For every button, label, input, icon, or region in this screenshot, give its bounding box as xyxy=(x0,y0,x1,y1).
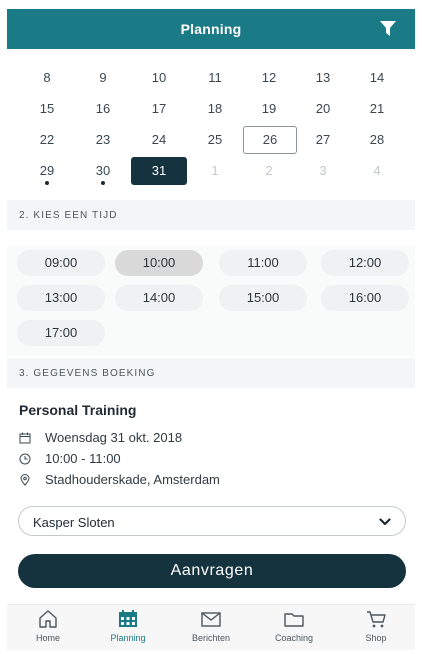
filter-icon[interactable] xyxy=(379,20,397,38)
calendar-day[interactable]: 20 xyxy=(299,95,347,123)
calendar-week: 15 16 17 18 19 20 21 xyxy=(7,95,415,123)
booking-time-row: 10:00 - 11:00 xyxy=(19,451,121,466)
calendar-day[interactable]: 3 xyxy=(127,49,175,57)
tab-label: Planning xyxy=(110,633,146,643)
calendar-day[interactable]: 28 xyxy=(353,126,401,154)
calendar-day[interactable]: 4 xyxy=(353,157,401,185)
time-slot[interactable]: 14:00 xyxy=(115,285,203,311)
tab-planning[interactable]: Planning xyxy=(93,609,163,643)
page-title: Planning xyxy=(180,21,242,37)
calendar-day-today[interactable]: 26 xyxy=(243,126,297,154)
booking-date-row: Woensdag 31 okt. 2018 xyxy=(19,430,182,445)
app-header: Planning xyxy=(7,9,415,49)
calendar-day[interactable]: 9 xyxy=(79,64,127,92)
event-dot xyxy=(101,181,105,185)
booking-date: Woensdag 31 okt. 2018 xyxy=(45,430,183,445)
calendar-day[interactable]: 2 xyxy=(245,157,293,185)
calendar-icon xyxy=(19,432,31,443)
calendar-day[interactable]: 17 xyxy=(135,95,183,123)
time-slot[interactable]: 15:00 xyxy=(219,285,307,311)
calendar-day[interactable]: 4 xyxy=(183,49,231,57)
calendar-day[interactable]: 24 xyxy=(135,126,183,154)
calendar-icon xyxy=(119,610,137,627)
booking-location: Stadhouderskade, Amsterdam xyxy=(45,472,220,487)
calendar-day[interactable]: 2 xyxy=(71,49,119,57)
home-icon xyxy=(39,610,57,628)
calendar-day[interactable]: 5 xyxy=(239,49,287,57)
mail-icon xyxy=(201,612,221,627)
calendar-week: 22 23 24 25 26 27 28 xyxy=(7,126,415,154)
time-slot[interactable]: 11:00 xyxy=(219,250,307,276)
booking-time: 10:00 - 11:00 xyxy=(45,451,121,466)
calendar-day[interactable]: 1 xyxy=(191,157,239,185)
time-slot[interactable]: 17:00 xyxy=(17,320,105,346)
section-header-booking: 3. GEGEVENS BOEKING xyxy=(7,358,415,388)
time-slot[interactable]: 16:00 xyxy=(321,285,409,311)
tab-home[interactable]: Home xyxy=(13,609,83,643)
calendar-day[interactable]: 15 xyxy=(23,95,71,123)
calendar-day[interactable]: 11 xyxy=(191,64,239,92)
calendar-day[interactable]: 1 xyxy=(15,49,63,57)
time-slot[interactable]: 13:00 xyxy=(17,285,105,311)
location-pin-icon xyxy=(20,473,30,486)
folder-icon xyxy=(284,613,304,627)
tab-label: Coaching xyxy=(274,633,314,643)
section-label: 3. GEGEVENS BOEKING xyxy=(19,368,156,379)
tab-label: Home xyxy=(35,633,60,643)
booking-location-row: Stadhouderskade, Amsterdam xyxy=(19,472,220,487)
calendar-day[interactable]: 25 xyxy=(191,126,239,154)
tab-coaching[interactable]: Coaching xyxy=(259,609,329,643)
time-slot[interactable]: 09:00 xyxy=(17,250,105,276)
calendar-day[interactable]: 27 xyxy=(299,126,347,154)
calendar-day[interactable]: 18 xyxy=(191,95,239,123)
calendar-partial-row: 1 2 3 4 5 6 7 xyxy=(7,49,415,57)
calendar-day[interactable]: 6 xyxy=(295,49,343,57)
cart-icon xyxy=(367,611,386,628)
calendar-day[interactable]: 10 xyxy=(135,64,183,92)
section-label: 2. KIES EEN TIJD xyxy=(19,210,118,221)
calendar-day[interactable]: 8 xyxy=(23,64,71,92)
trainer-select[interactable]: Kasper Sloten xyxy=(18,506,406,536)
request-button[interactable]: Aanvragen xyxy=(18,554,406,588)
booking-title: Personal Training xyxy=(19,402,137,418)
time-slot[interactable]: 12:00 xyxy=(321,250,409,276)
calendar-day[interactable]: 22 xyxy=(23,126,71,154)
calendar-week: 29 30 31 1 2 3 4 xyxy=(7,157,415,185)
calendar-day[interactable]: 12 xyxy=(245,64,293,92)
section-header-time: 2. KIES EEN TIJD xyxy=(7,200,415,230)
chevron-down-icon xyxy=(379,518,391,526)
calendar-day[interactable]: 13 xyxy=(299,64,347,92)
tab-label: Shop xyxy=(365,633,387,643)
calendar-week: 8 9 10 11 12 13 14 xyxy=(7,64,415,92)
tab-label: Berichten xyxy=(191,633,231,643)
time-slot-selected[interactable]: 10:00 xyxy=(115,250,203,276)
calendar-day-selected[interactable]: 31 xyxy=(131,157,187,185)
tab-shop[interactable]: Shop xyxy=(341,609,411,643)
clock-icon xyxy=(19,453,31,464)
event-dot xyxy=(45,181,49,185)
calendar-day[interactable]: 14 xyxy=(353,64,401,92)
calendar-day[interactable]: 7 xyxy=(351,49,399,57)
calendar-day[interactable]: 23 xyxy=(79,126,127,154)
calendar-day[interactable]: 21 xyxy=(353,95,401,123)
time-slot-grid: 09:00 10:00 11:00 12:00 13:00 14:00 15:0… xyxy=(7,246,415,356)
calendar-day[interactable]: 3 xyxy=(299,157,347,185)
tab-berichten[interactable]: Berichten xyxy=(176,609,246,643)
calendar-day[interactable]: 19 xyxy=(245,95,293,123)
trainer-select-value: Kasper Sloten xyxy=(33,515,115,530)
calendar-day[interactable]: 16 xyxy=(79,95,127,123)
bottom-tab-bar: Home Planning Berichten Coaching Shop xyxy=(7,604,415,650)
